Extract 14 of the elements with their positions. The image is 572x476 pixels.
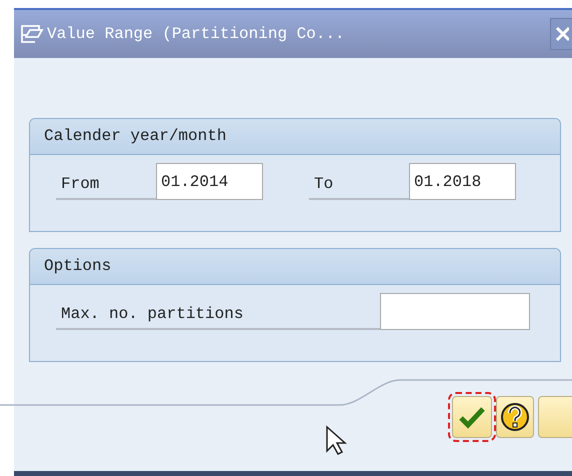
help-button[interactable] [496, 396, 534, 438]
window-icon [20, 24, 44, 44]
input-field[interactable] [380, 293, 530, 330]
mouse-pointer-icon [325, 425, 347, 455]
window-title: Value Range (Partitioning Co... [47, 25, 345, 43]
input-field[interactable]: 01.2018 [409, 163, 516, 200]
group-title: Options [30, 249, 560, 285]
group-title: Calender year/month [30, 119, 560, 155]
checkmark-icon [458, 405, 486, 429]
field-label: Max. no. partitions [56, 305, 380, 330]
input-field[interactable]: 01.2014 [156, 163, 263, 200]
close-button[interactable] [550, 18, 572, 50]
help-icon [500, 402, 530, 432]
close-icon [555, 26, 569, 42]
